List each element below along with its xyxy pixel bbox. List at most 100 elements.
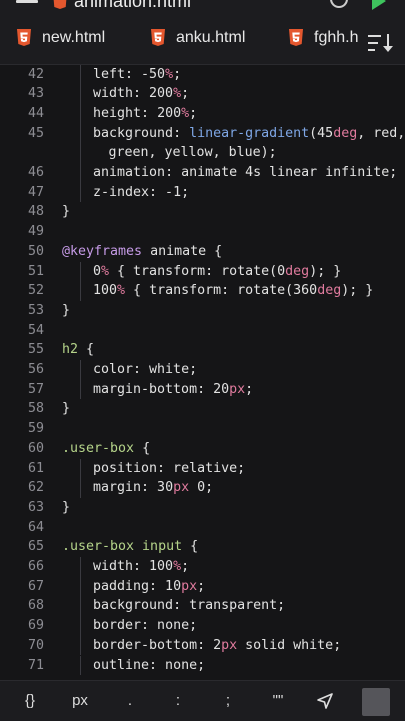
indent-guide	[80, 557, 81, 577]
symbol-toolbar: {} px . : ; ""	[0, 680, 405, 721]
code-token: -50	[141, 66, 166, 82]
code-token: 0	[93, 263, 102, 279]
code-line[interactable]: 62 margin: 30px 0;	[0, 478, 405, 498]
code-token: : none;	[141, 618, 198, 634]
send-arrow-icon[interactable]	[316, 692, 334, 710]
code-line[interactable]: 49	[0, 222, 405, 242]
code-text: height: 200%;	[93, 104, 197, 124]
code-token: : none;	[149, 657, 206, 673]
code-token: border-bottom	[93, 637, 198, 653]
tab-new-html[interactable]: new.html	[16, 12, 105, 64]
code-line[interactable]: 59	[0, 419, 405, 439]
code-line[interactable]: 58}	[0, 399, 405, 419]
indent-guide	[80, 576, 81, 597]
code-line[interactable]: 53}	[0, 301, 405, 321]
run-play-icon[interactable]	[372, 0, 386, 10]
code-line[interactable]: 51 0% { transform: rotate(0deg); }	[0, 261, 405, 282]
indent-guide	[80, 379, 81, 400]
insert-quotes-key[interactable]: ""	[258, 681, 298, 721]
code-line[interactable]: 46 animation: animate 4s linear infinite;	[0, 163, 405, 183]
code-line[interactable]: 54	[0, 321, 405, 341]
line-number: 56	[27, 362, 44, 377]
code-line[interactable]: 69 border: none;	[0, 616, 405, 636]
code-line[interactable]: green, yellow, blue);	[0, 143, 405, 163]
code-text: }	[62, 202, 70, 222]
code-text: margin-bottom: 20px;	[93, 380, 253, 400]
code-token: %	[117, 283, 126, 299]
code-token: px	[181, 578, 198, 594]
code-line[interactable]: 56 color: white;	[0, 360, 405, 380]
menu-icon[interactable]	[16, 0, 38, 8]
code-line[interactable]: 61 position: relative;	[0, 458, 405, 479]
code-line[interactable]: 45 background: linear-gradient(45deg, red…	[0, 123, 405, 144]
line-number: 55	[27, 342, 44, 358]
code-line[interactable]: 60 .user-box {	[0, 439, 405, 459]
code-line[interactable]: 70 border-bottom: 2px solid white;	[0, 635, 405, 656]
code-text: width: 100%;	[93, 557, 189, 577]
insert-semicolon-key[interactable]: ;	[210, 681, 246, 721]
line-number: 43	[27, 86, 44, 102]
code-line[interactable]: 71 outline: none;	[0, 655, 405, 676]
code-line[interactable]: 44 height: 200%;	[0, 103, 405, 124]
code-token: green, yellow, blue);	[108, 145, 277, 161]
code-text: animation: animate 4s linear infinite;	[93, 163, 397, 183]
code-token: position	[93, 460, 158, 476]
code-token: outline	[93, 657, 150, 673]
code-token: animate {	[142, 243, 223, 259]
code-token: .user-box input	[62, 539, 183, 555]
code-text: 100% { transform: rotate(360deg); }	[93, 281, 373, 301]
code-token: deg	[285, 263, 310, 279]
tab-list-sort-icon[interactable]	[368, 34, 394, 52]
insert-braces-key[interactable]: {}	[12, 681, 48, 721]
line-number: 44	[27, 105, 44, 121]
code-line[interactable]: 47 z-index: -1;	[0, 182, 405, 203]
code-line[interactable]: 64	[0, 518, 405, 538]
code-line[interactable]: 42 left: -50%;	[0, 64, 405, 85]
indent-guide	[80, 616, 81, 636]
insert-px-key[interactable]: px	[62, 681, 98, 721]
search-icon[interactable]	[330, 0, 348, 8]
code-token: ;	[181, 86, 190, 102]
insert-dot-key[interactable]: .	[112, 681, 148, 721]
code-editor[interactable]: 42 left: -50%; 43 width: 200%; 44 height: 200…	[0, 64, 405, 680]
code-line[interactable]: 50 @keyframes animate {	[0, 242, 405, 262]
html5-icon	[289, 29, 303, 46]
code-line[interactable]: 65 .user-box input {	[0, 537, 405, 557]
code-token: %	[173, 559, 182, 574]
code-line[interactable]: 68 background: transparent;	[0, 596, 405, 617]
line-number: 51	[27, 263, 44, 279]
code-token: height	[93, 105, 142, 121]
code-line[interactable]: 63}	[0, 498, 405, 518]
code-line[interactable]: 48}	[0, 202, 405, 222]
code-line[interactable]: 43 width: 200%;	[0, 84, 405, 104]
code-token: 100	[93, 283, 118, 299]
code-token: %	[173, 86, 182, 102]
code-line[interactable]: 55 h2 {	[0, 340, 405, 360]
code-line[interactable]: 67 padding: 10px;	[0, 576, 405, 597]
code-text: }	[62, 301, 70, 321]
line-number: 45	[27, 125, 44, 141]
code-token: ;	[189, 105, 198, 121]
code-token: : 20	[197, 381, 230, 397]
line-number: 60	[27, 440, 44, 456]
indent-guide	[80, 635, 81, 656]
tab-anku-html[interactable]: anku.html	[150, 12, 245, 64]
line-number: 69	[27, 618, 44, 634]
code-token: : transparent;	[173, 598, 286, 614]
code-token: :	[125, 66, 142, 82]
code-token: { transform: rotate(360	[125, 283, 318, 299]
code-text: }	[62, 498, 70, 518]
tab-fghh-html[interactable]: fghh.h	[288, 12, 360, 64]
code-token: @keyframes	[62, 243, 143, 259]
line-number: 66	[27, 559, 44, 574]
code-text: left: -50%;	[93, 65, 181, 85]
insert-colon-key[interactable]: :	[160, 681, 196, 721]
code-text: z-index: -1;	[93, 183, 189, 203]
code-text: padding: 10px;	[93, 577, 205, 597]
code-line[interactable]: 66 width: 100%;	[0, 557, 405, 577]
code-token: margin-bottom	[93, 381, 198, 397]
keyboard-toggle-button[interactable]	[362, 688, 390, 716]
code-line[interactable]: 52 100% { transform: rotate(360deg); }	[0, 281, 405, 301]
code-line[interactable]: 57 margin-bottom: 20px;	[0, 379, 405, 400]
tab-label: anku.html	[176, 29, 246, 46]
